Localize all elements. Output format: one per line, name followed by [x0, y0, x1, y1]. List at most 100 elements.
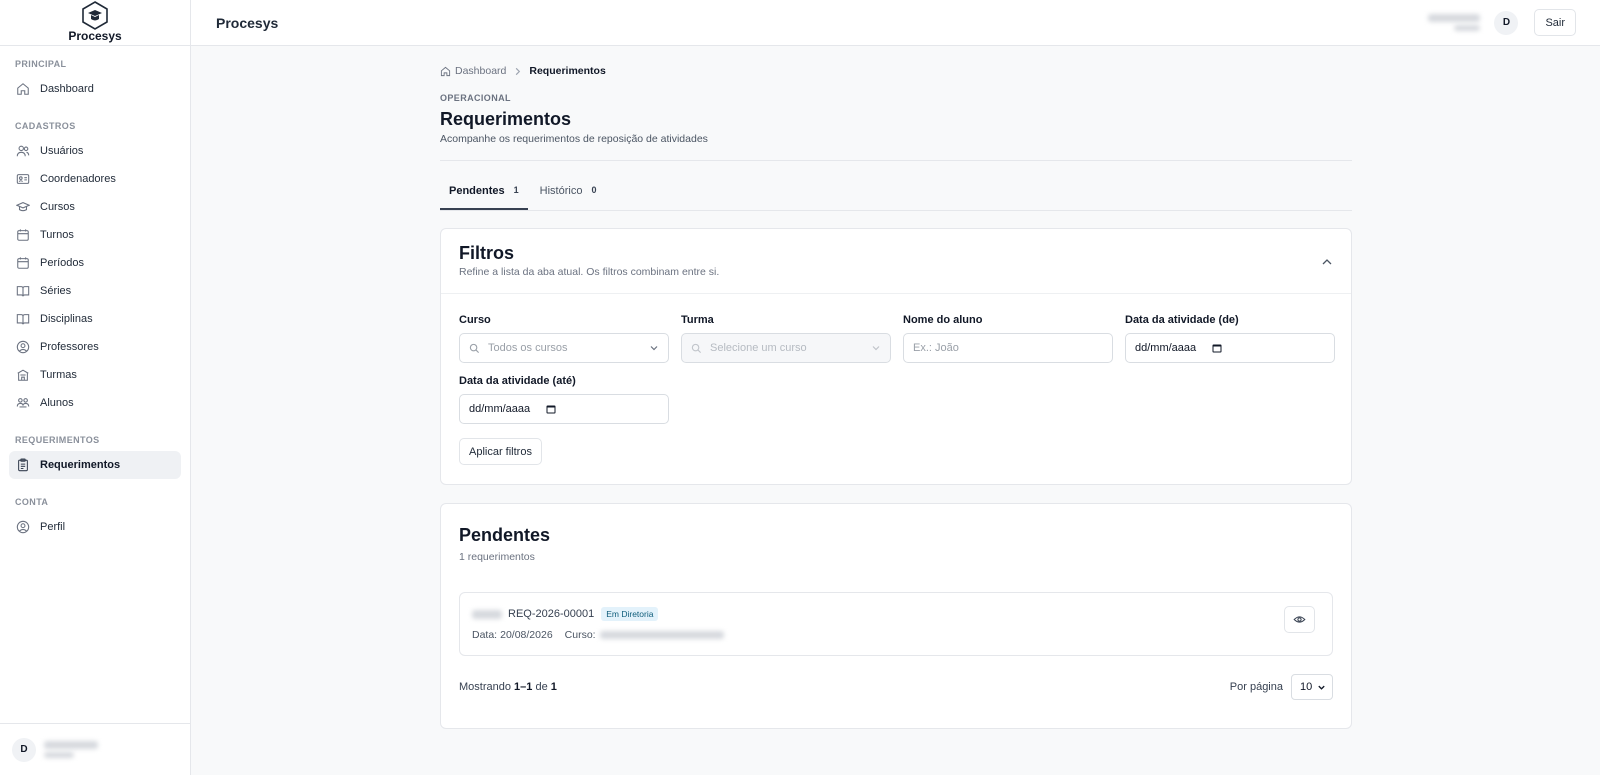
user-circle-icon: [16, 340, 30, 354]
req-date: 20/08/2026: [500, 629, 553, 641]
logout-button[interactable]: Sair: [1534, 9, 1576, 36]
redacted-student-name: [472, 609, 502, 619]
filter-aluno: Nome do aluno Ex.: João: [903, 314, 1113, 363]
calendar-icon[interactable]: [546, 404, 556, 414]
brand-name: Procesys: [68, 29, 122, 43]
header-title: Procesys: [216, 14, 279, 31]
sidebar-item-cursos[interactable]: Cursos: [9, 193, 181, 221]
sidebar-item-turmas[interactable]: Turmas: [9, 361, 181, 389]
redacted-header-user-name: [1428, 14, 1481, 22]
sidebar-user[interactable]: D: [0, 723, 191, 775]
showing-total: 1: [550, 681, 557, 693]
data-ate-input[interactable]: dd/mm/aaaa: [459, 394, 669, 424]
sidebar-item-perfil[interactable]: Perfil: [9, 513, 181, 541]
users-icon: [16, 145, 30, 157]
breadcrumb: Dashboard Requerimentos: [440, 64, 1352, 78]
section-label-principal: PRINCIPAL: [15, 59, 67, 69]
redacted-course-name: [599, 631, 724, 639]
sidebar-nav: PRINCIPAL Dashboard CADASTROS Usuários C…: [0, 46, 190, 541]
graduation-cap-icon: [16, 202, 30, 212]
sidebar-item-label: Coordenadores: [40, 173, 116, 185]
filter-curso-label: Curso: [459, 314, 491, 326]
req-header: REQ-2026-00001 Em Diretoria: [472, 607, 1320, 621]
logo-icon: [82, 1, 108, 30]
turma-select[interactable]: Selecione um curso: [681, 333, 891, 363]
sidebar-item-label: Séries: [40, 285, 72, 297]
avatar: D: [12, 737, 36, 762]
brand[interactable]: Procesys: [0, 0, 190, 46]
sidebar-item-label: Usuários: [40, 145, 84, 157]
chevron-up-icon[interactable]: [1321, 256, 1333, 268]
redacted-user-role: [44, 752, 74, 758]
filter-turma-label: Turma: [681, 314, 714, 326]
section-label-conta: CONTA: [15, 497, 49, 507]
home-icon: [440, 66, 451, 76]
sidebar-item-series[interactable]: Séries: [9, 277, 181, 305]
sidebar-item-label: Requerimentos: [40, 459, 121, 471]
id-card-icon: [16, 174, 30, 184]
sidebar-item-label: Perfil: [40, 521, 66, 533]
clipboard-icon: [18, 458, 28, 472]
sidebar-item-coordenadores[interactable]: Coordenadores: [9, 165, 181, 193]
filters-title: Filtros: [459, 243, 515, 263]
pagination-summary: Mostrando 1–1 de 1: [459, 681, 557, 693]
curso-select[interactable]: Todos os cursos: [459, 333, 669, 363]
sidebar-item-periodos[interactable]: Períodos: [9, 249, 181, 277]
top-header: Procesys D Sair: [191, 0, 1600, 46]
pagination-bar: Mostrando 1–1 de 1 Por página 10: [459, 674, 1333, 700]
chevron-down-icon: [872, 346, 880, 351]
filters-form: Curso Todos os cursos Turma Selecione um…: [441, 294, 1351, 424]
search-icon: [691, 343, 702, 353]
calendar-icon[interactable]: [1212, 343, 1222, 353]
header-actions: D Sair: [1428, 9, 1576, 36]
sidebar: Procesys PRINCIPAL Dashboard CADASTROS U…: [0, 0, 191, 775]
sidebar-item-label: Alunos: [40, 397, 74, 409]
filter-curso: Curso Todos os cursos: [459, 314, 669, 363]
sidebar-item-dashboard[interactable]: Dashboard: [9, 75, 181, 103]
filters-header[interactable]: Filtros Refine a lista da aba atual. Os …: [441, 229, 1351, 294]
page-title: Requerimentos: [440, 109, 572, 129]
calendar-icon: [17, 229, 29, 241]
book-open-icon: [16, 314, 30, 325]
sidebar-item-professores[interactable]: Professores: [9, 333, 181, 361]
chevron-down-icon: [650, 346, 658, 351]
curso-placeholder: Todos os cursos: [488, 342, 568, 354]
breadcrumb-current: Requerimentos: [529, 65, 606, 77]
data-de-value: dd/mm/aaaa: [1135, 342, 1197, 354]
section-label-cadastros: CADASTROS: [15, 121, 76, 131]
req-meta: Data: 20/08/2026 Curso:: [472, 629, 1320, 641]
showing-of: de: [535, 681, 548, 693]
per-page-select[interactable]: 10: [1291, 674, 1333, 700]
breadcrumb-home[interactable]: Dashboard: [455, 65, 506, 77]
tab-label: Histórico: [539, 185, 583, 197]
data-de-input[interactable]: dd/mm/aaaa: [1125, 333, 1335, 363]
chevron-down-icon: [1318, 685, 1325, 690]
school-icon: [17, 369, 29, 381]
filter-data-de: Data da atividade (de) dd/mm/aaaa: [1125, 314, 1335, 363]
page-subtitle: Acompanhe os requerimentos de reposição …: [440, 133, 708, 145]
sidebar-item-turnos[interactable]: Turnos: [9, 221, 181, 249]
avatar[interactable]: D: [1494, 10, 1519, 35]
tab-historico[interactable]: Histórico 0: [531, 179, 606, 210]
main-content: Dashboard Requerimentos OPERACIONAL Requ…: [440, 46, 1352, 729]
filters-description: Refine a lista da aba atual. Os filtros …: [459, 266, 720, 278]
eye-icon: [1293, 616, 1306, 623]
sidebar-item-alunos[interactable]: Alunos: [9, 389, 181, 417]
apply-filters-button[interactable]: Aplicar filtros: [459, 438, 542, 465]
aluno-placeholder: Ex.: João: [913, 342, 959, 354]
sidebar-item-usuarios[interactable]: Usuários: [9, 137, 181, 165]
filter-data-ate: Data da atividade (até) dd/mm/aaaa: [459, 375, 669, 424]
user-circle-icon: [16, 520, 30, 534]
sidebar-item-requerimentos[interactable]: Requerimentos: [9, 451, 181, 479]
sidebar-item-label: Turmas: [40, 369, 77, 381]
sidebar-item-disciplinas[interactable]: Disciplinas: [9, 305, 181, 333]
tab-pendentes[interactable]: Pendentes 1: [440, 179, 528, 210]
list-item[interactable]: REQ-2026-00001 Em Diretoria Data: 20/08/…: [459, 592, 1333, 656]
pending-list-card: Pendentes 1 requerimentos REQ-2026-00001…: [440, 503, 1352, 729]
list-count: 1 requerimentos: [459, 551, 535, 563]
showing-prefix: Mostrando: [459, 681, 511, 693]
aluno-input[interactable]: Ex.: João: [903, 333, 1113, 363]
req-code: REQ-2026-00001: [508, 608, 595, 620]
filter-turma: Turma Selecione um curso: [681, 314, 891, 363]
view-button[interactable]: [1284, 606, 1315, 633]
